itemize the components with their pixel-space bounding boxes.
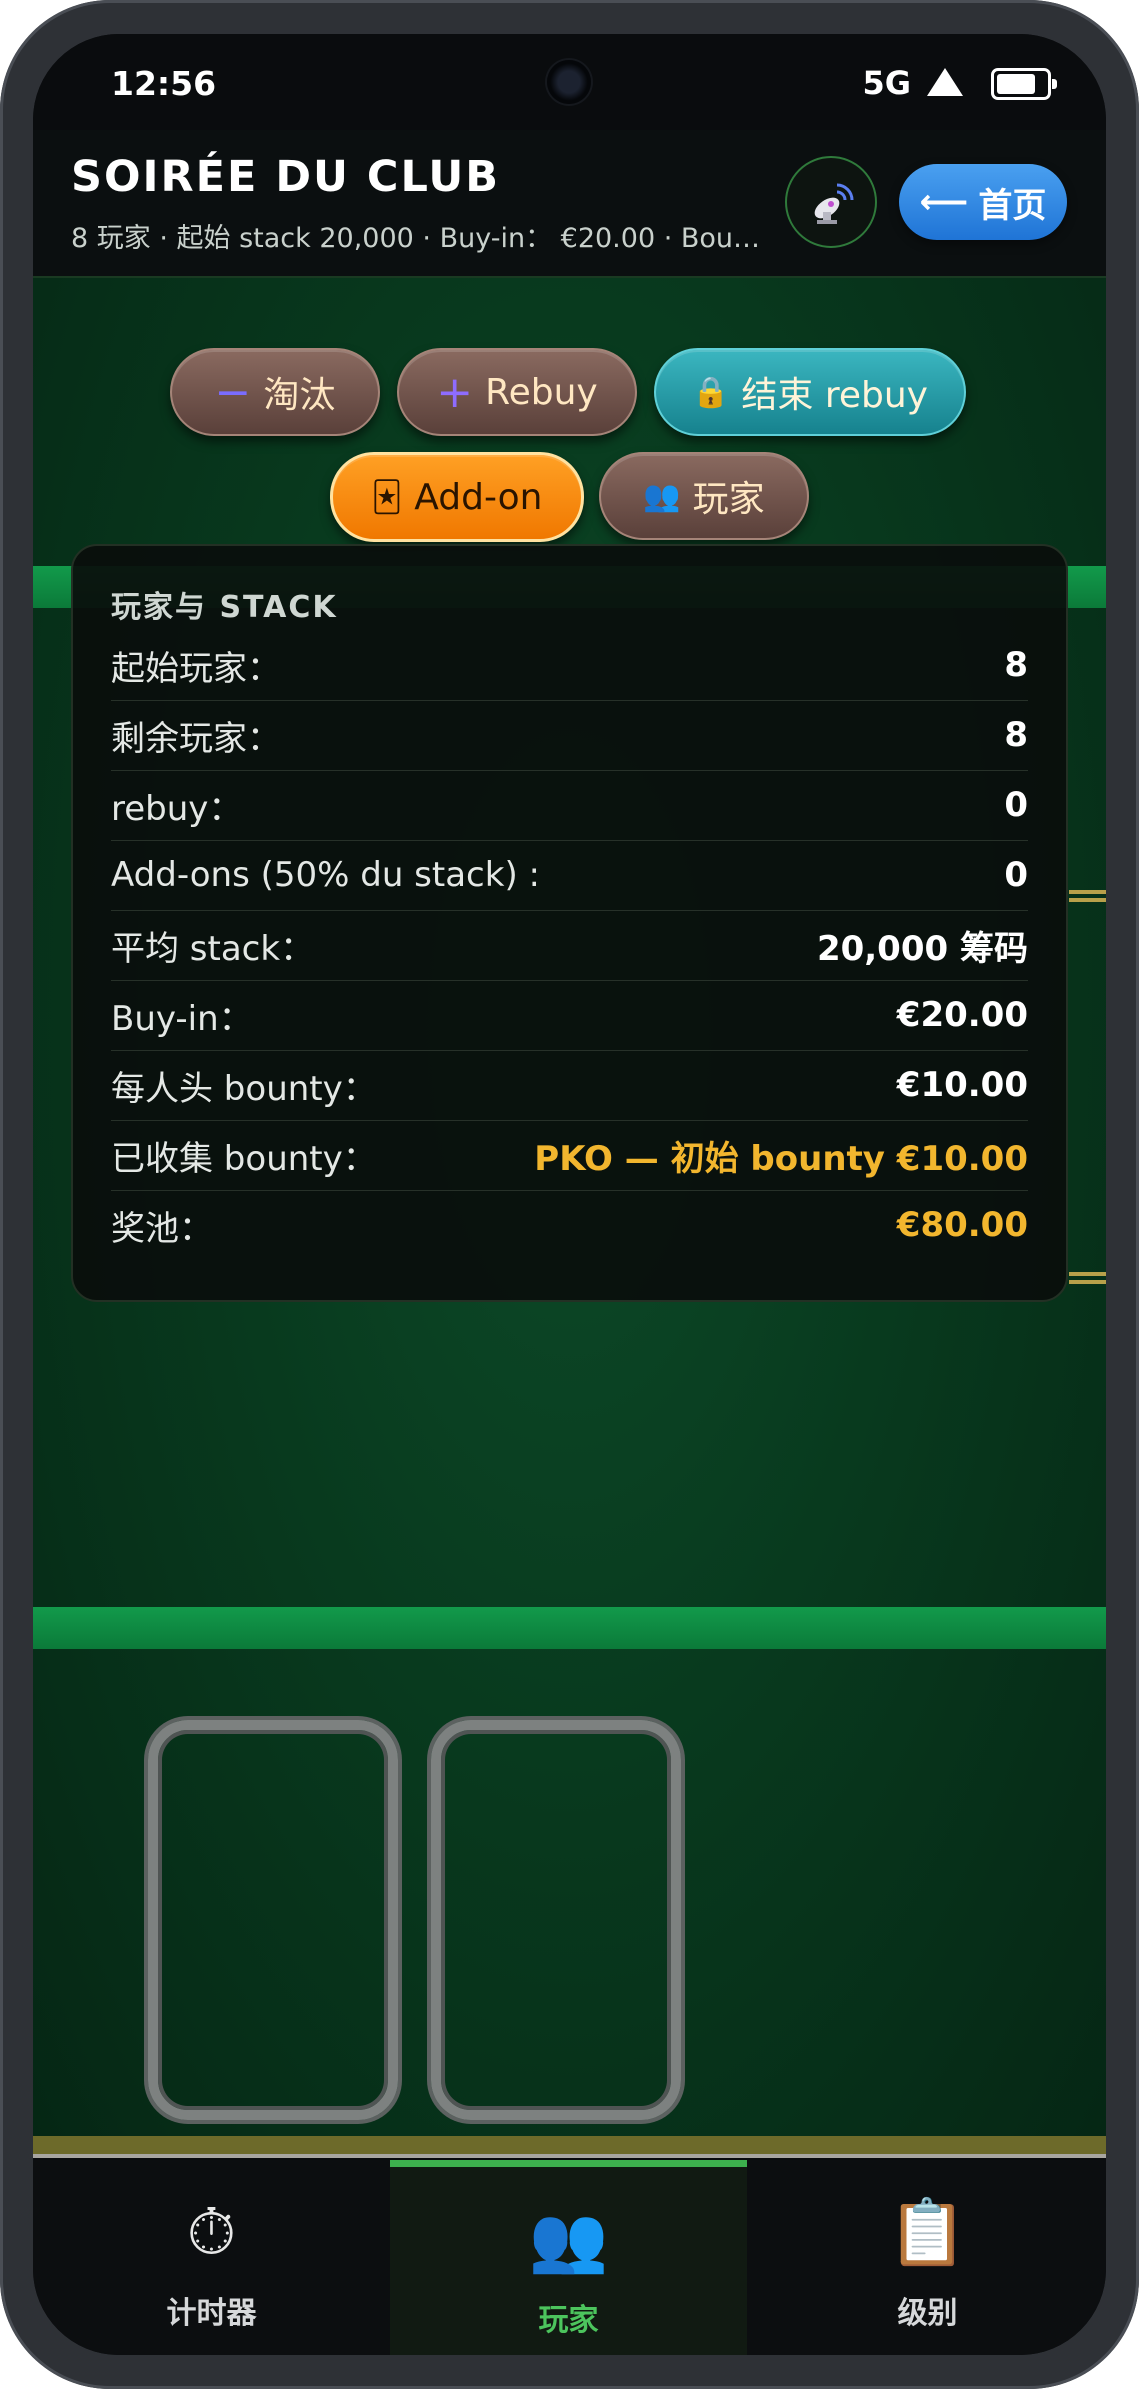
- clipboard-icon: 📋: [887, 2196, 968, 2270]
- nav-tab-timer[interactable]: ⏱ 计时器: [33, 2160, 390, 2355]
- table-edge: [33, 2136, 1106, 2158]
- stat-value: €10.00: [896, 1065, 1028, 1105]
- home-button-label: 首页: [978, 185, 1047, 226]
- app-header: SOIRÉE DU CLUB 8 玩家 · 起始 stack 20,000 · …: [33, 130, 1106, 278]
- stat-value: 20,000 筹码: [816, 928, 1028, 969]
- card-slot: [148, 1720, 398, 2120]
- nav-tab-levels-label: 级别: [897, 2296, 958, 2331]
- stat-row-bounty-per-head: 每人头 bounty： €10.00: [111, 1050, 1028, 1121]
- battery-icon: [991, 68, 1057, 100]
- satellite-dish-icon: [814, 183, 854, 224]
- addon-label: Add-on: [414, 476, 543, 518]
- end-rebuy-label: 结束 rebuy: [741, 375, 928, 416]
- nav-tab-players-label: 玩家: [538, 2303, 599, 2338]
- nav-tab-players[interactable]: 👥 玩家: [390, 2160, 747, 2355]
- stat-label: 已收集 bounty：: [111, 1138, 377, 1179]
- arrow-left-icon: ⟵: [919, 182, 969, 222]
- cast-button[interactable]: [785, 156, 877, 248]
- stat-value: €80.00: [896, 1205, 1028, 1245]
- stat-label: rebuy：: [111, 788, 243, 829]
- stat-label: 平均 stack：: [111, 928, 315, 969]
- players-stack-card: 玩家与 STACK 起始玩家： 8 剩余玩家： 8 rebuy： 0 Add-o…: [71, 544, 1068, 1302]
- plus-icon: +: [436, 366, 474, 418]
- stopwatch-icon: ⏱: [186, 2196, 237, 2270]
- stat-label: 起始玩家：: [111, 648, 281, 689]
- stat-label: 每人头 bounty：: [111, 1068, 377, 1109]
- minus-icon: −: [214, 366, 252, 418]
- bottom-nav: ⏱ 计时器 👥 玩家 📋 级别: [33, 2160, 1106, 2355]
- end-rebuy-button[interactable]: 🔒 结束 rebuy: [654, 348, 966, 436]
- players-label: 玩家: [692, 479, 765, 520]
- stat-value: €20.00: [896, 995, 1028, 1035]
- page-title: SOIRÉE DU CLUB: [71, 152, 501, 202]
- table-rail-bottom: [33, 1607, 1106, 1649]
- app-screen: 12:56 5G SOIRÉE DU CLUB 8 玩家 · 起始 stack …: [33, 34, 1106, 2355]
- stat-value: 8: [1004, 645, 1028, 685]
- stat-value: 0: [1004, 785, 1028, 825]
- table-trim: [1069, 1280, 1106, 1284]
- lock-icon: 🔒: [692, 374, 730, 410]
- home-button[interactable]: ⟵ 首页: [899, 164, 1067, 240]
- stat-value: PKO — 初始 bounty €10.00: [534, 1138, 1028, 1179]
- table-trim: [1069, 898, 1106, 902]
- players-button[interactable]: 👥 玩家: [599, 452, 809, 540]
- eliminate-label: 淘汰: [263, 375, 336, 416]
- table-trim: [1069, 1272, 1106, 1276]
- rebuy-label: Rebuy: [485, 371, 598, 413]
- stat-row-bounty-collected: 已收集 bounty： PKO — 初始 bounty €10.00: [111, 1120, 1028, 1191]
- players-icon: 👥: [528, 2203, 609, 2277]
- stat-row-prize-pool: 奖池： €80.00: [111, 1190, 1028, 1260]
- playing-card-icon: 🃏: [371, 479, 403, 515]
- tournament-summary: 8 玩家 · 起始 stack 20,000 · Buy-in： €20.00 …: [71, 223, 761, 254]
- stat-label: Buy-in：: [111, 998, 253, 1039]
- stat-row-starting-players: 起始玩家： 8: [111, 630, 1028, 701]
- card-slot: [431, 1720, 681, 2120]
- stat-label: 剩余玩家：: [111, 718, 281, 759]
- stat-row-buyin: Buy-in： €20.00: [111, 980, 1028, 1051]
- stat-row-average-stack: 平均 stack： 20,000 筹码: [111, 910, 1028, 981]
- status-time: 12:56: [111, 64, 217, 103]
- stat-value: 0: [1004, 855, 1028, 895]
- stat-row-remaining-players: 剩余玩家： 8: [111, 700, 1028, 771]
- nav-tab-levels[interactable]: 📋 级别: [749, 2160, 1106, 2355]
- players-icon: 👥: [643, 478, 681, 514]
- rebuy-button[interactable]: + Rebuy: [397, 348, 637, 436]
- stat-value: 8: [1004, 715, 1028, 755]
- signal-icon: [927, 68, 963, 96]
- eliminate-button[interactable]: − 淘汰: [170, 348, 380, 436]
- network-label: 5G: [862, 64, 911, 102]
- stat-label: 奖池：: [111, 1208, 213, 1249]
- stat-label: Add-ons (50% du stack) :: [111, 855, 540, 895]
- front-camera: [547, 60, 591, 104]
- table-trim: [1069, 890, 1106, 894]
- phone-frame: 12:56 5G SOIRÉE DU CLUB 8 玩家 · 起始 stack …: [0, 0, 1139, 2389]
- stat-row-rebuy: rebuy： 0: [111, 770, 1028, 841]
- nav-tab-timer-label: 计时器: [166, 2296, 257, 2331]
- card-heading: 玩家与 STACK: [111, 590, 338, 625]
- stat-row-addons: Add-ons (50% du stack) : 0: [111, 840, 1028, 911]
- addon-button[interactable]: 🃏 Add-on: [330, 452, 584, 542]
- status-bar: 12:56 5G: [33, 34, 1106, 130]
